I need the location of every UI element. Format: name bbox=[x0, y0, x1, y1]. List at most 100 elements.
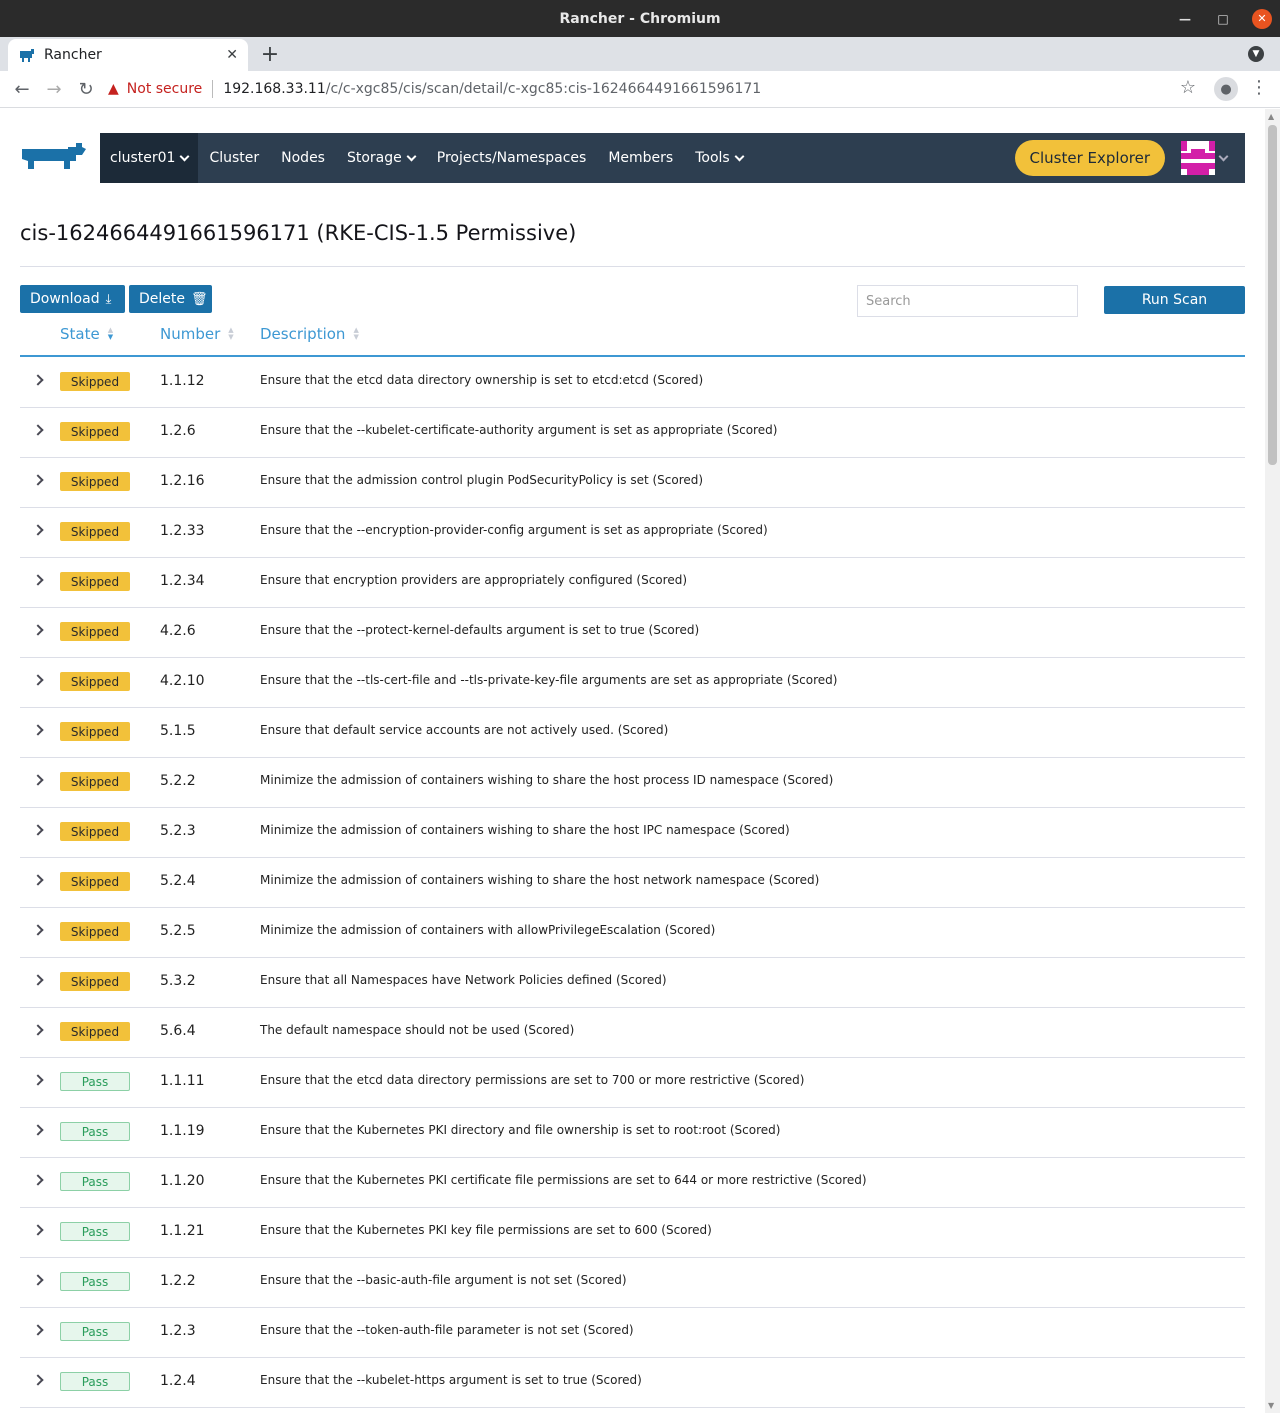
table-row[interactable]: Skipped 4.2.10 Ensure that the --tls-cert-… bbox=[20, 658, 1245, 708]
minimize-icon[interactable]: — bbox=[1176, 10, 1194, 28]
table-row[interactable]: Pass 1.2.4 Ensure that the --kubelet-https… bbox=[20, 1358, 1245, 1408]
column-header-number[interactable]: Number ▲ ▼ bbox=[160, 325, 234, 343]
check-number: 1.2.34 bbox=[160, 573, 205, 589]
chevron-right-icon[interactable] bbox=[32, 424, 44, 436]
chevron-right-icon[interactable] bbox=[32, 774, 44, 786]
chevron-right-icon[interactable] bbox=[32, 874, 44, 886]
chevron-right-icon[interactable] bbox=[32, 574, 44, 586]
check-description: Ensure that the admission control plugin… bbox=[260, 473, 704, 487]
rancher-logo-icon[interactable] bbox=[20, 139, 88, 175]
back-icon[interactable]: ← bbox=[6, 73, 38, 105]
status-badge: Skipped bbox=[60, 922, 130, 941]
chevron-right-icon[interactable] bbox=[32, 1374, 44, 1386]
check-description: Ensure that the --encryption-provider-co… bbox=[260, 523, 768, 537]
reload-icon[interactable]: ↻ bbox=[70, 73, 102, 105]
check-description: Ensure that the --kubelet-certificate-au… bbox=[260, 423, 778, 437]
table-row[interactable]: Pass 1.1.11 Ensure that the etcd data dire… bbox=[20, 1058, 1245, 1108]
window-controls: — □ ✕ bbox=[1176, 0, 1272, 37]
menu-kebab-icon[interactable]: ⋮ bbox=[1250, 77, 1268, 98]
chevron-right-icon[interactable] bbox=[32, 974, 44, 986]
table-row[interactable]: Pass 1.1.20 Ensure that the Kubernetes PKI… bbox=[20, 1158, 1245, 1208]
table-row[interactable]: Skipped 5.6.4 The default namespace should… bbox=[20, 1008, 1245, 1058]
table-row[interactable]: Pass 1.2.3 Ensure that the --token-auth-fi… bbox=[20, 1308, 1245, 1358]
check-number: 1.2.33 bbox=[160, 523, 205, 539]
table-row[interactable]: Skipped 4.2.6 Ensure that the --protect-ke… bbox=[20, 608, 1245, 658]
search-input[interactable] bbox=[857, 285, 1078, 317]
maximize-icon[interactable]: □ bbox=[1214, 10, 1232, 28]
chevron-down-icon bbox=[406, 151, 417, 161]
run-scan-button[interactable]: Run Scan bbox=[1104, 286, 1245, 314]
table-row[interactable]: Skipped 1.2.16 Ensure that the admission c… bbox=[20, 458, 1245, 508]
tab-search-icon[interactable]: ▼ bbox=[1248, 46, 1264, 62]
table-row[interactable]: Pass 1.2.2 Ensure that the --basic-auth-fi… bbox=[20, 1258, 1245, 1308]
delete-button[interactable]: Delete 🗑 bbox=[129, 285, 212, 313]
table-row[interactable]: Skipped 5.2.3 Minimize the admission of co… bbox=[20, 808, 1245, 858]
cluster-explorer-button[interactable]: Cluster Explorer bbox=[1014, 140, 1165, 176]
chevron-right-icon[interactable] bbox=[32, 474, 44, 486]
check-description: Ensure that the --kubelet-https argument… bbox=[260, 1373, 642, 1387]
check-description: Minimize the admission of containers wit… bbox=[260, 923, 716, 937]
bookmark-star-icon[interactable]: ☆ bbox=[1180, 77, 1196, 98]
table-row[interactable]: Skipped 5.2.4 Minimize the admission of co… bbox=[20, 858, 1245, 908]
cluster-selector[interactable]: cluster01 bbox=[100, 133, 199, 183]
top-navigation: cluster01 Cluster Nodes Storage Projects… bbox=[100, 133, 1245, 183]
browser-tab[interactable]: Rancher ✕ bbox=[8, 39, 248, 71]
chevron-right-icon[interactable] bbox=[32, 1274, 44, 1286]
profile-icon[interactable]: ● bbox=[1214, 77, 1238, 101]
chevron-down-icon[interactable] bbox=[1218, 151, 1229, 162]
nav-projects-namespaces[interactable]: Projects/Namespaces bbox=[426, 150, 598, 166]
chevron-right-icon[interactable] bbox=[32, 374, 44, 386]
scroll-up-icon[interactable]: ▲ bbox=[1268, 112, 1274, 121]
table-row[interactable]: Skipped 5.3.2 Ensure that all Namespaces h… bbox=[20, 958, 1245, 1008]
scroll-thumb[interactable] bbox=[1268, 125, 1277, 465]
forward-icon[interactable]: → bbox=[38, 73, 70, 105]
address-bar[interactable]: ▲ Not secure 192.168.33.11 /c/c-xgc85/ci… bbox=[108, 75, 1208, 103]
chevron-right-icon[interactable] bbox=[32, 724, 44, 736]
tab-strip: Rancher ✕ + ▼ bbox=[0, 37, 1280, 71]
chevron-right-icon[interactable] bbox=[32, 624, 44, 636]
scroll-down-icon[interactable]: ▼ bbox=[1268, 1401, 1274, 1410]
new-tab-icon[interactable]: + bbox=[258, 42, 282, 67]
check-number: 5.2.3 bbox=[160, 823, 196, 839]
chevron-right-icon[interactable] bbox=[32, 1124, 44, 1136]
close-icon[interactable]: ✕ bbox=[1252, 8, 1272, 29]
rancher-app: cluster01 Cluster Nodes Storage Projects… bbox=[0, 109, 1265, 1413]
table-row[interactable]: Skipped 5.2.2 Minimize the admission of co… bbox=[20, 758, 1245, 808]
table-row[interactable]: Skipped 5.2.5 Minimize the admission of co… bbox=[20, 908, 1245, 958]
status-badge: Pass bbox=[60, 1222, 130, 1241]
not-secure-label[interactable]: Not secure bbox=[127, 81, 203, 97]
chevron-right-icon[interactable] bbox=[32, 1074, 44, 1086]
table-row[interactable]: Pass 1.1.19 Ensure that the Kubernetes PKI… bbox=[20, 1108, 1245, 1158]
nav-cluster[interactable]: Cluster bbox=[198, 150, 270, 166]
check-number: 1.1.20 bbox=[160, 1173, 205, 1189]
nav-nodes[interactable]: Nodes bbox=[270, 150, 336, 166]
chevron-right-icon[interactable] bbox=[32, 1024, 44, 1036]
check-description: Ensure that the etcd data directory perm… bbox=[260, 1073, 805, 1087]
page-scrollbar[interactable]: ▲ ▼ bbox=[1265, 109, 1280, 1413]
nav-tools[interactable]: Tools bbox=[684, 150, 754, 166]
user-avatar-icon[interactable] bbox=[1181, 141, 1215, 175]
column-header-state[interactable]: State ▲ ▼ bbox=[60, 325, 113, 343]
table-row[interactable]: Skipped 1.2.33 Ensure that the --encryptio… bbox=[20, 508, 1245, 558]
table-row[interactable]: Skipped 1.1.12 Ensure that the etcd data d… bbox=[20, 358, 1245, 408]
table-row[interactable]: Pass 1.1.21 Ensure that the Kubernetes PKI… bbox=[20, 1208, 1245, 1258]
chevron-right-icon[interactable] bbox=[32, 1324, 44, 1336]
chevron-right-icon[interactable] bbox=[32, 674, 44, 686]
tab-close-icon[interactable]: ✕ bbox=[226, 47, 238, 63]
chevron-right-icon[interactable] bbox=[32, 1224, 44, 1236]
column-header-description[interactable]: Description ▲ ▼ bbox=[260, 325, 359, 343]
status-badge: Skipped bbox=[60, 772, 130, 791]
table-row[interactable]: Skipped 1.2.6 Ensure that the --kubelet-ce… bbox=[20, 408, 1245, 458]
table-row[interactable]: Skipped 1.2.34 Ensure that encryption prov… bbox=[20, 558, 1245, 608]
nav-storage[interactable]: Storage bbox=[336, 150, 426, 166]
nav-members[interactable]: Members bbox=[597, 150, 684, 166]
chevron-right-icon[interactable] bbox=[32, 924, 44, 936]
table-row[interactable]: Skipped 5.1.5 Ensure that default service … bbox=[20, 708, 1245, 758]
download-button[interactable]: Download ⤓ bbox=[20, 285, 125, 313]
chevron-right-icon[interactable] bbox=[32, 824, 44, 836]
chevron-right-icon[interactable] bbox=[32, 524, 44, 536]
chevron-right-icon[interactable] bbox=[32, 1174, 44, 1186]
status-badge: Pass bbox=[60, 1122, 130, 1141]
check-description: Ensure that the --basic-auth-file argume… bbox=[260, 1273, 627, 1287]
check-number: 5.2.5 bbox=[160, 923, 196, 939]
